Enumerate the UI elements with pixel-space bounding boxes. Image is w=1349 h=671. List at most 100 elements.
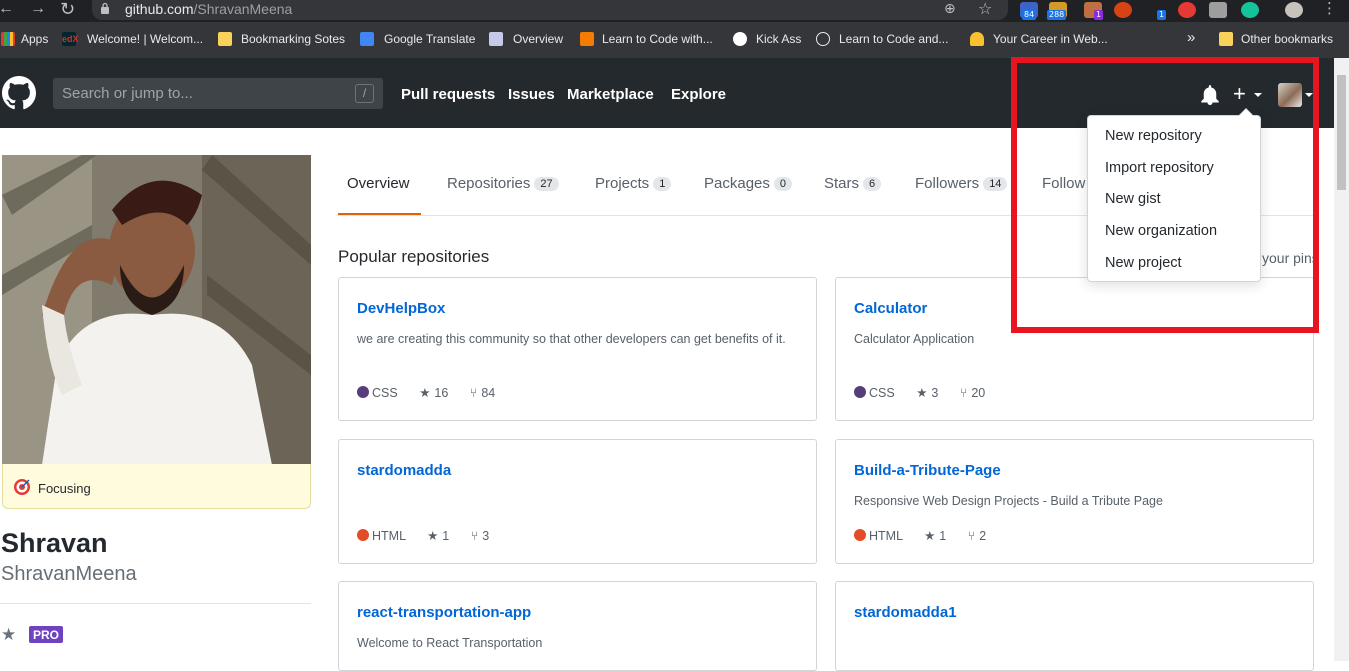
fork-icon: ⑂ — [469, 386, 478, 400]
popular-repositories-heading: Popular repositories — [338, 247, 490, 266]
repo-language: CSS — [869, 386, 895, 400]
bookmark-item[interactable]: Overview — [513, 32, 563, 46]
tab-counter: 6 — [863, 177, 882, 191]
folder-icon — [1219, 32, 1233, 46]
menu-icon[interactable]: ⋮ — [1322, 0, 1337, 18]
back-icon[interactable]: ← — [0, 0, 14, 18]
repo-language: HTML — [372, 529, 406, 543]
extension-badge: 1 — [1094, 10, 1104, 20]
search-placeholder: Search or jump to... — [62, 85, 193, 102]
repo-name-link[interactable]: Build-a-Tribute-Page — [854, 462, 1001, 479]
bookmark-star-icon[interactable]: ☆ — [978, 0, 992, 19]
repo-forks[interactable]: ⑂ 3 — [471, 529, 489, 543]
bookmark-item[interactable]: Your Career in Web... — [993, 32, 1108, 46]
reload-icon[interactable]: ↻ — [60, 0, 75, 18]
nav-explore[interactable]: Explore — [671, 86, 726, 103]
star-icon: ★ — [1, 625, 17, 644]
repo-description: we are creating this community so that o… — [357, 332, 786, 346]
repo-name-link[interactable]: react-transportation-app — [357, 604, 531, 621]
tab-packages[interactable]: Packages 0 — [704, 175, 792, 192]
scrollbar-thumb[interactable] — [1337, 75, 1346, 190]
forward-icon[interactable]: → — [30, 0, 46, 18]
url-text: github.com/ShravanMeena — [125, 1, 293, 17]
bookmark-item[interactable]: Welcome! | Welcom... — [87, 32, 203, 46]
language-color-dot — [854, 386, 866, 398]
repo-description: Responsive Web Design Projects - Build a… — [854, 494, 1163, 508]
repo-language: CSS — [372, 386, 398, 400]
codecademy-icon — [816, 32, 830, 46]
repo-card: Build-a-Tribute-Page Responsive Web Desi… — [835, 439, 1314, 564]
repo-meta: CSS ★ 3 ⑂ 20 — [854, 385, 985, 400]
folder-icon — [218, 32, 232, 46]
repo-stars[interactable]: ★ 16 — [419, 386, 448, 400]
profile-photo-image — [2, 155, 311, 465]
extension-icon[interactable] — [1178, 2, 1196, 18]
tab-counter: 0 — [773, 177, 792, 191]
fork-icon: ⑂ — [470, 529, 479, 543]
repo-name-link[interactable]: Calculator — [854, 300, 927, 317]
repo-stars[interactable]: ★ 1 — [924, 529, 946, 543]
status-box[interactable]: Focusing — [2, 464, 311, 509]
repo-name-link[interactable]: stardomadda — [357, 462, 451, 479]
repo-stars[interactable]: ★ 1 — [427, 529, 449, 543]
star-icon: ★ — [427, 529, 439, 543]
kickass-icon — [733, 32, 747, 46]
repo-card: DevHelpBox we are creating this communit… — [338, 277, 817, 421]
repo-forks[interactable]: ⑂ 2 — [968, 529, 986, 543]
github-logo-icon[interactable] — [2, 76, 36, 110]
profile-icon[interactable] — [1285, 2, 1303, 18]
tab-projects[interactable]: Projects 1 — [595, 175, 672, 192]
bookmark-item[interactable]: Learn to Code and... — [839, 32, 948, 46]
repo-forks[interactable]: ⑂ 20 — [960, 386, 985, 400]
repo-name-link[interactable]: stardomadda1 — [854, 604, 957, 621]
translate-icon — [360, 32, 374, 46]
pro-badge: PRO — [29, 626, 64, 643]
tab-followers[interactable]: Followers 14 — [915, 175, 1008, 192]
more-bookmarks-button[interactable]: » — [1187, 29, 1195, 46]
tab-stars[interactable]: Stars 6 — [824, 175, 882, 192]
profile-photo — [2, 155, 311, 465]
repo-description: Welcome to React Transportation — [357, 636, 543, 650]
search-shortcut-key: / — [355, 84, 374, 103]
repo-card: stardomadda1 — [835, 581, 1314, 671]
bookmark-item[interactable]: Google Translate — [384, 32, 475, 46]
freecodecamp-icon — [580, 32, 594, 46]
nav-issues[interactable]: Issues — [508, 86, 555, 103]
bookmarks-bar: Apps edX Welcome! | Welcom... Bookmarkin… — [0, 22, 1349, 58]
star-icon: ★ — [419, 386, 431, 400]
bookmark-item[interactable]: Bookmarking Sotes — [241, 32, 345, 46]
extension-icon[interactable] — [1114, 2, 1132, 18]
repo-name-link[interactable]: DevHelpBox — [357, 300, 445, 317]
repo-forks[interactable]: ⑂ 84 — [470, 386, 495, 400]
nav-marketplace[interactable]: Marketplace — [567, 86, 654, 103]
zoom-icon[interactable]: ⊕ — [944, 0, 956, 17]
profile-login: ShravanMeena — [1, 563, 137, 585]
language-color-dot — [357, 529, 369, 541]
page-scrollbar[interactable] — [1334, 58, 1349, 661]
tab-counter: 14 — [983, 177, 1008, 191]
search-input[interactable]: Search or jump to... / — [53, 78, 383, 109]
bookmark-item[interactable]: Kick Ass — [756, 32, 801, 46]
language-color-dot — [357, 386, 369, 398]
highlight-annotation-box — [1011, 57, 1319, 333]
lock-icon — [101, 2, 109, 14]
overview-icon — [489, 32, 503, 46]
edx-icon: edX — [62, 32, 79, 46]
tab-overview[interactable]: Overview — [347, 175, 410, 192]
extension-icon[interactable] — [1209, 2, 1227, 18]
tab-repositories[interactable]: Repositories 27 — [447, 175, 559, 192]
address-bar[interactable]: github.com/ShravanMeena ⊕ ☆ — [92, 0, 1008, 20]
nav-pull-requests[interactable]: Pull requests — [401, 86, 495, 103]
repo-stars[interactable]: ★ 3 — [916, 386, 938, 400]
extension-badge: 288 — [1047, 10, 1067, 20]
bookmark-item[interactable]: Apps — [21, 32, 48, 46]
tab-counter: 1 — [653, 177, 672, 191]
star-icon: ★ — [924, 529, 936, 543]
bookmark-item[interactable]: Other bookmarks — [1241, 32, 1333, 46]
repo-meta: CSS ★ 16 ⑂ 84 — [357, 385, 495, 400]
career-icon — [970, 32, 984, 46]
repo-card: stardomadda HTML ★ 1 ⑂ 3 — [338, 439, 817, 564]
fork-icon: ⑂ — [967, 529, 976, 543]
grammarly-icon[interactable] — [1241, 2, 1259, 18]
bookmark-item[interactable]: Learn to Code with... — [602, 32, 713, 46]
